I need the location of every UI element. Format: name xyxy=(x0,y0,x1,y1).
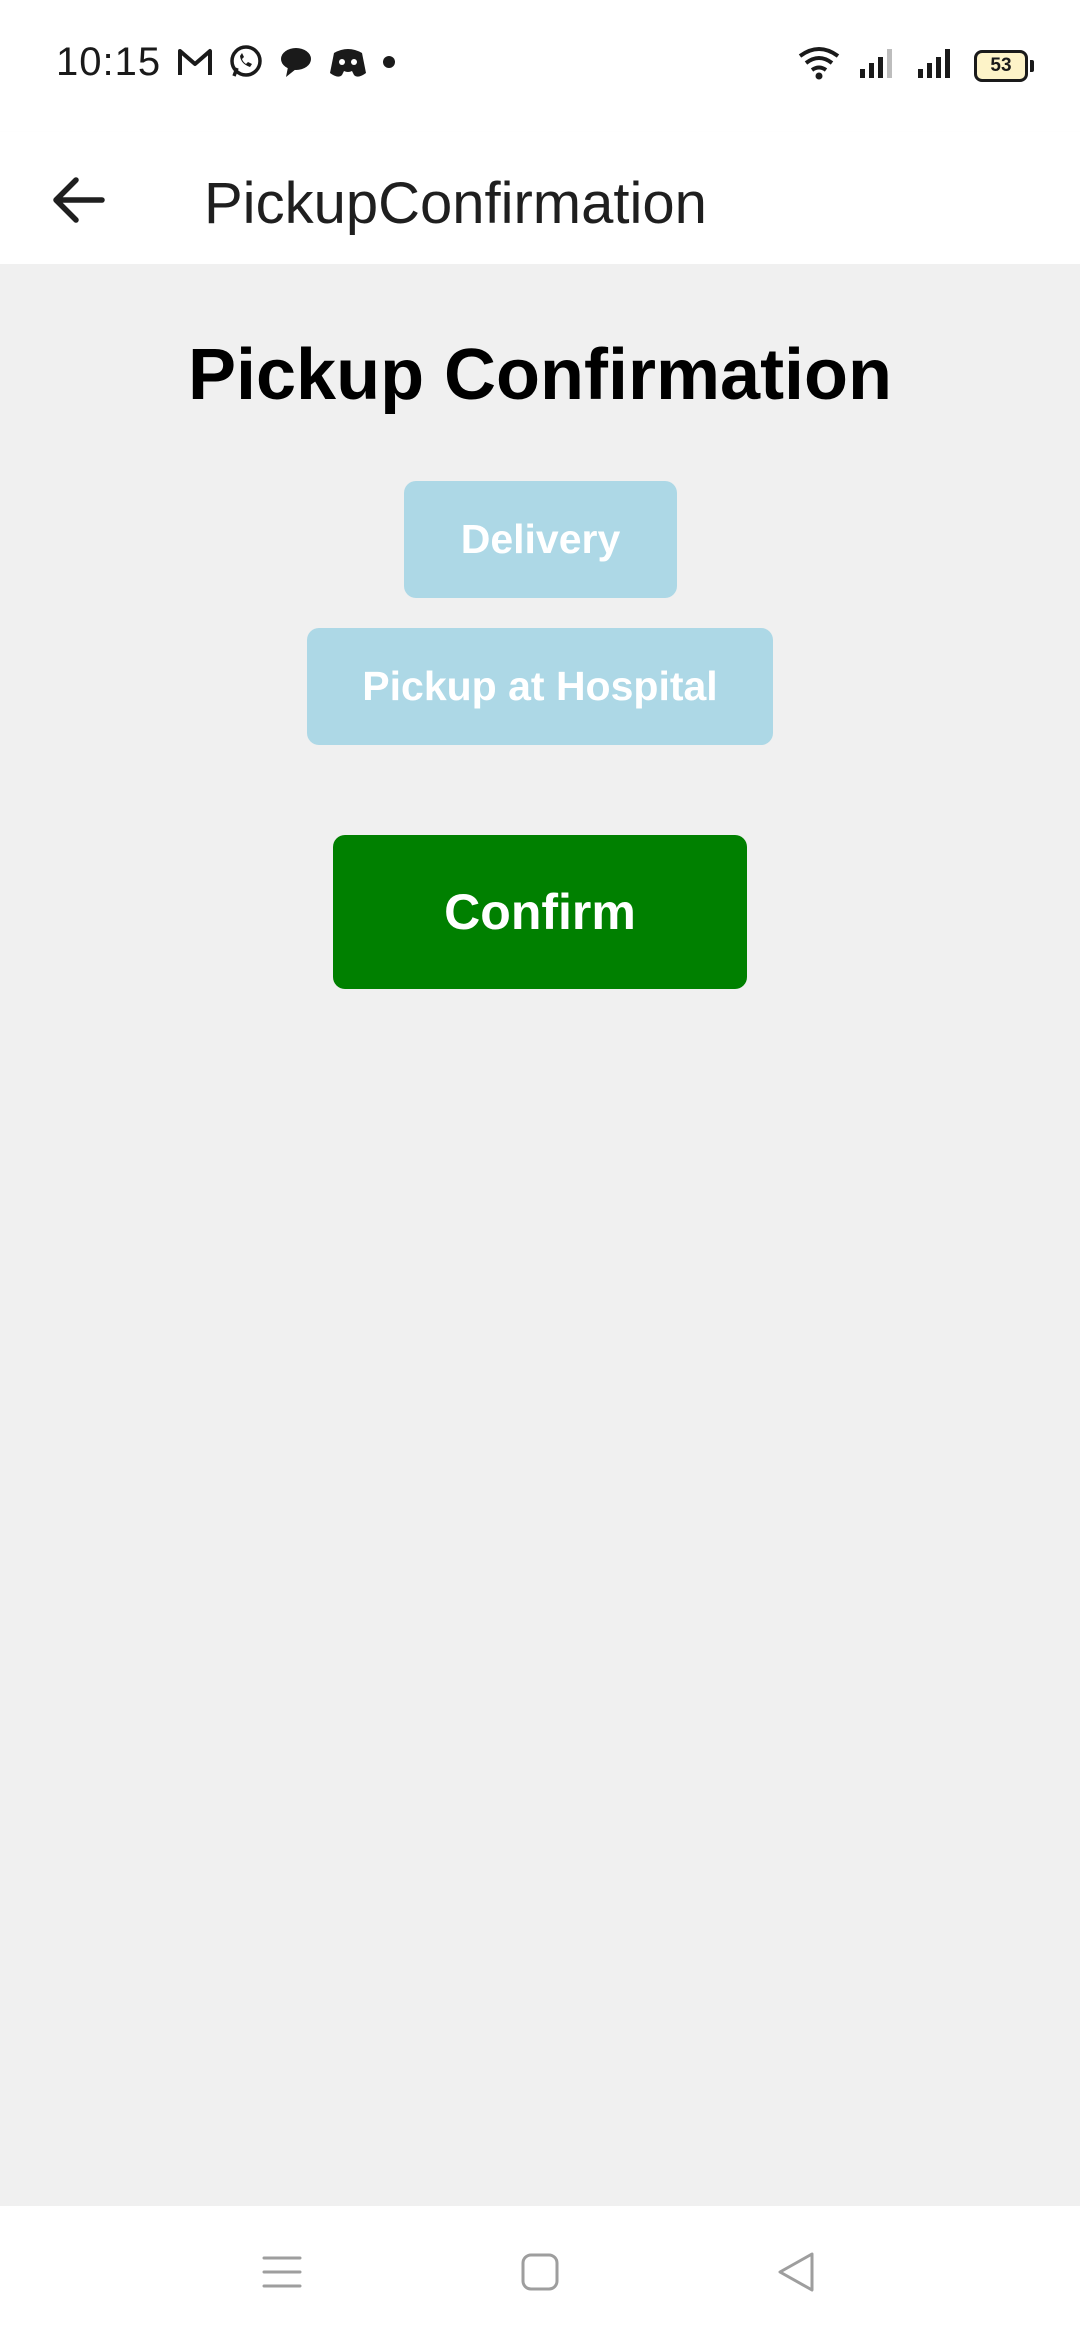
delivery-button[interactable]: Delivery xyxy=(404,481,677,598)
back-button[interactable] xyxy=(40,164,116,240)
gmail-icon xyxy=(176,45,214,79)
nav-home-button[interactable] xyxy=(508,2242,572,2306)
notification-icons xyxy=(176,44,396,80)
main-content: Pickup Confirmation Delivery Pickup at H… xyxy=(0,264,1080,2206)
discord-icon xyxy=(328,45,368,79)
page-title: Pickup Confirmation xyxy=(187,335,893,415)
signal-icon xyxy=(916,47,956,84)
menu-icon xyxy=(262,2254,302,2295)
home-square-icon xyxy=(520,2252,560,2297)
nav-menu-button[interactable] xyxy=(250,2242,314,2306)
arrow-left-icon xyxy=(50,176,106,229)
back-triangle-icon xyxy=(776,2250,816,2299)
navigation-bar xyxy=(0,2206,1080,2340)
nav-back-button[interactable] xyxy=(764,2242,828,2306)
chat-bubble-icon xyxy=(278,45,314,79)
wifi-icon xyxy=(798,46,840,85)
status-bar: 10:15 53 xyxy=(0,0,1080,132)
confirm-button[interactable]: Confirm xyxy=(333,835,747,989)
signal-icon xyxy=(858,47,898,84)
more-dot-icon xyxy=(382,55,396,69)
whatsapp-icon xyxy=(228,44,264,80)
app-bar: PickupConfirmation xyxy=(0,132,1080,264)
pickup-at-hospital-button[interactable]: Pickup at Hospital xyxy=(307,628,773,745)
system-icons: 53 xyxy=(798,46,1034,85)
battery-icon: 53 xyxy=(974,49,1034,82)
screen: 10:15 53 PickupConfirmation Pickup Confi… xyxy=(0,0,1080,2340)
app-bar-title: PickupConfirmation xyxy=(204,171,707,236)
status-time: 10:15 xyxy=(56,40,162,84)
